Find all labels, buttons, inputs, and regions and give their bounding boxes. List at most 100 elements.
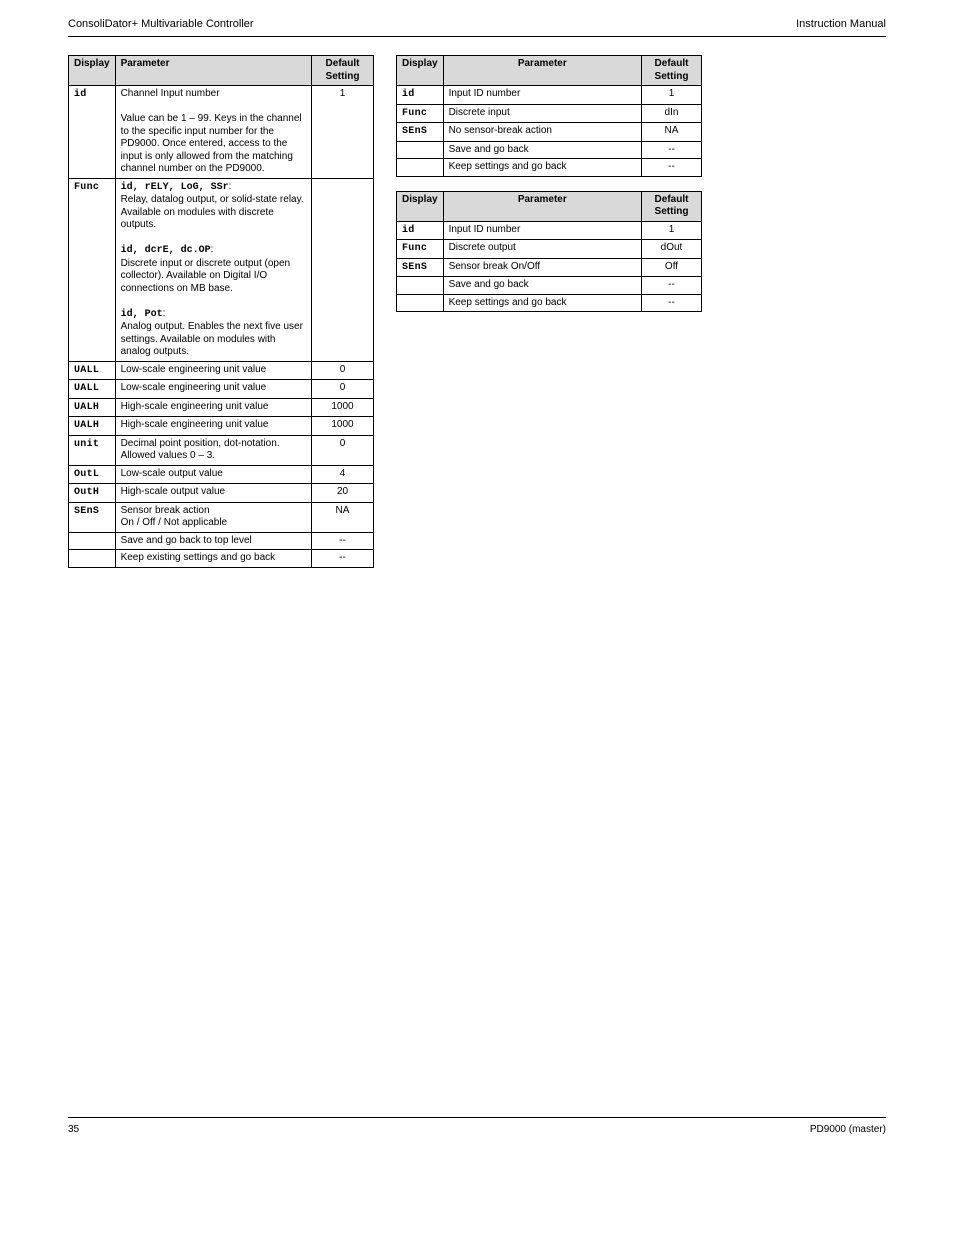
cell-setting: dIn xyxy=(642,104,702,123)
col-parameter: Parameter xyxy=(115,56,311,86)
table-row: SEnSSensor break On/OffOff xyxy=(397,258,702,277)
col-parameter: Parameter xyxy=(443,191,641,221)
table-row: Keep settings and go back-- xyxy=(397,159,702,177)
table-row: UALHHigh-scale engineering unit value100… xyxy=(69,398,374,417)
cell-display xyxy=(397,277,444,295)
cell-param: Input ID number xyxy=(443,86,641,105)
cell-display: UALL xyxy=(69,380,116,399)
cell-setting: NA xyxy=(642,123,702,142)
cell-setting: -- xyxy=(312,550,374,568)
cell-display: Func xyxy=(397,104,444,123)
table-row: Save and go back-- xyxy=(397,141,702,159)
discrete-input-table: Display Parameter Default Setting idInpu… xyxy=(396,55,702,177)
col-parameter: Parameter xyxy=(443,56,641,86)
col-setting: Default Setting xyxy=(642,191,702,221)
cell-setting: -- xyxy=(642,277,702,295)
cell-param: Keep existing settings and go back xyxy=(115,550,311,568)
cell-setting: dOut xyxy=(642,240,702,259)
table-row: Save and go back-- xyxy=(397,277,702,295)
col-setting: Default Setting xyxy=(642,56,702,86)
table-row: Save and go back to top level-- xyxy=(69,532,374,550)
cell-display: UALH xyxy=(69,398,116,417)
cell-setting xyxy=(312,178,374,361)
cell-display xyxy=(397,294,444,312)
page-number: 35 xyxy=(68,1124,79,1135)
cell-display: UALL xyxy=(69,361,116,380)
cell-param: Sensor break On/Off xyxy=(443,258,641,277)
cell-display: Func xyxy=(69,178,116,361)
table-row: SEnSSensor break actionOn / Off / Not ap… xyxy=(69,502,374,532)
table-row: OutHHigh-scale output value20 xyxy=(69,484,374,503)
table-row: OutLLow-scale output value4 xyxy=(69,465,374,484)
cell-setting: 1000 xyxy=(312,398,374,417)
table-row: UALHHigh-scale engineering unit value100… xyxy=(69,417,374,436)
cell-setting: 0 xyxy=(312,380,374,399)
cell-setting: 1 xyxy=(642,86,702,105)
cell-setting: 4 xyxy=(312,465,374,484)
table-row: idInput ID number1 xyxy=(397,221,702,240)
cell-display: OutL xyxy=(69,465,116,484)
cell-param: Discrete output xyxy=(443,240,641,259)
cell-param: No sensor-break action xyxy=(443,123,641,142)
table-row: Keep settings and go back-- xyxy=(397,294,702,312)
cell-setting: 20 xyxy=(312,484,374,503)
cell-setting: 1 xyxy=(312,86,374,179)
cell-display: id xyxy=(69,86,116,179)
table-row: idChannel Input numberValue can be 1 – 9… xyxy=(69,86,374,179)
table-row: SEnSNo sensor-break actionNA xyxy=(397,123,702,142)
cell-setting: 0 xyxy=(312,435,374,465)
cell-param: Channel Input numberValue can be 1 – 99.… xyxy=(115,86,311,179)
header-left: ConsoliDator+ Multivariable Controller xyxy=(68,18,254,30)
advanced-config-table: Display Parameter Default Setting idChan… xyxy=(68,55,374,568)
cell-display: UALH xyxy=(69,417,116,436)
cell-param: Low-scale output value xyxy=(115,465,311,484)
table-row: unitDecimal point position, dot-notation… xyxy=(69,435,374,465)
cell-display xyxy=(397,159,444,177)
cell-display: SEnS xyxy=(69,502,116,532)
cell-display: unit xyxy=(69,435,116,465)
cell-param: Keep settings and go back xyxy=(443,294,641,312)
cell-setting: Off xyxy=(642,258,702,277)
cell-param: Input ID number xyxy=(443,221,641,240)
cell-param: Sensor break actionOn / Off / Not applic… xyxy=(115,502,311,532)
footer-right: PD9000 (master) xyxy=(810,1124,886,1135)
col-display: Display xyxy=(69,56,116,86)
table-row: UALLLow-scale engineering unit value0 xyxy=(69,361,374,380)
cell-param: Save and go back xyxy=(443,277,641,295)
cell-param: id, rELY, LoG, SSr:Relay, datalog output… xyxy=(115,178,311,361)
cell-setting: 1000 xyxy=(312,417,374,436)
cell-param: Keep settings and go back xyxy=(443,159,641,177)
cell-display: id xyxy=(397,221,444,240)
cell-param: High-scale engineering unit value xyxy=(115,398,311,417)
discrete-output-table: Display Parameter Default Setting idInpu… xyxy=(396,191,702,313)
cell-setting: -- xyxy=(312,532,374,550)
cell-display: id xyxy=(397,86,444,105)
cell-display: Func xyxy=(397,240,444,259)
col-display: Display xyxy=(397,56,444,86)
table-row: idInput ID number1 xyxy=(397,86,702,105)
cell-param: Low-scale engineering unit value xyxy=(115,380,311,399)
cell-setting: NA xyxy=(312,502,374,532)
cell-param: Save and go back to top level xyxy=(115,532,311,550)
col-display: Display xyxy=(397,191,444,221)
cell-display xyxy=(69,550,116,568)
table-row: Keep existing settings and go back-- xyxy=(69,550,374,568)
table-row: FuncDiscrete outputdOut xyxy=(397,240,702,259)
cell-param: Low-scale engineering unit value xyxy=(115,361,311,380)
cell-display: SEnS xyxy=(397,123,444,142)
cell-param: High-scale output value xyxy=(115,484,311,503)
cell-param: High-scale engineering unit value xyxy=(115,417,311,436)
cell-param: Discrete input xyxy=(443,104,641,123)
cell-display xyxy=(69,532,116,550)
cell-display: OutH xyxy=(69,484,116,503)
table-row: FuncDiscrete inputdIn xyxy=(397,104,702,123)
header-divider xyxy=(68,36,886,37)
cell-display: SEnS xyxy=(397,258,444,277)
cell-param: Decimal point position, dot-notation. Al… xyxy=(115,435,311,465)
cell-setting: -- xyxy=(642,159,702,177)
cell-setting: 1 xyxy=(642,221,702,240)
header-right: Instruction Manual xyxy=(796,18,886,30)
cell-setting: 0 xyxy=(312,361,374,380)
cell-setting: -- xyxy=(642,141,702,159)
cell-display xyxy=(397,141,444,159)
